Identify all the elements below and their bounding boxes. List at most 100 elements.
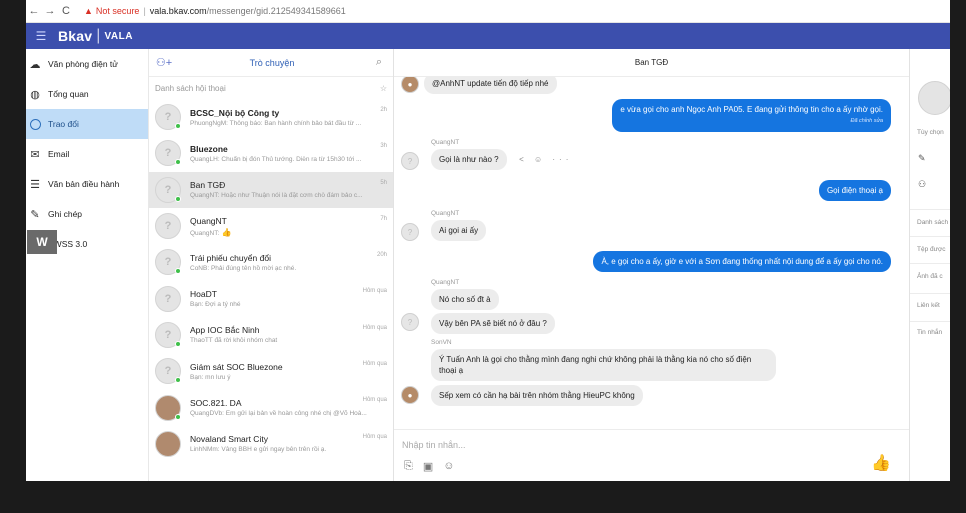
conversation-list-header: ⚇+ Trò chuyện ⌕ xyxy=(149,49,393,77)
subheader-label: Danh sách hội thoại xyxy=(155,83,226,93)
search-icon[interactable]: ⌕ xyxy=(365,56,393,69)
conversation-name: Trái phiếu chuyển đổi xyxy=(190,252,271,263)
message-bubble[interactable]: @AnhNT update tiến độ tiếp nhé xyxy=(424,77,557,94)
note-icon: ✎ xyxy=(30,208,40,221)
panel-item[interactable]: Ảnh đã c xyxy=(917,273,943,280)
add-group-icon[interactable]: ⚇+ xyxy=(149,56,179,69)
edit-icon[interactable]: ✎ xyxy=(918,153,926,164)
emoji-icon[interactable]: ☺ xyxy=(443,460,454,473)
conversation-name: HoaDT xyxy=(190,289,217,300)
conversation-item[interactable]: ? BCSC_Nội bộ Công ty PhuongNgM: Thông báo… xyxy=(149,99,393,135)
conversation-item[interactable]: Novaland Smart City LinhNMm: Vâng BBH e g… xyxy=(149,426,393,462)
conversation-item[interactable]: SOC.821. DA QuangDVb: Em gửi lại bản về h… xyxy=(149,389,393,425)
sender-avatar: ● xyxy=(401,386,419,404)
composer: ⎘ ▣ ☺ 👍 xyxy=(394,429,909,481)
online-status-dot xyxy=(175,268,181,275)
message-text: e vừa gọi cho anh Ngọc Anh PA05. E đang … xyxy=(620,105,883,114)
conversation-name: Novaland Smart City xyxy=(190,434,268,445)
nav-item-van-ban[interactable]: ☰ Văn bản điều hành xyxy=(26,169,148,199)
globe-icon: ◍ xyxy=(30,88,40,101)
avatar xyxy=(155,430,181,457)
menu-icon[interactable]: ☰ xyxy=(30,29,52,43)
conversation-list-subheader: Danh sách hội thoại ☆ xyxy=(149,77,393,99)
conversation-preview: Bạn: Đợi a tý nhé xyxy=(190,301,387,308)
thumbs-up-icon[interactable]: 👍 xyxy=(871,453,891,473)
nav-label: Ghi chép xyxy=(48,209,83,219)
document-icon: ☰ xyxy=(30,178,40,191)
app-header: ☰ Bkav | VALA xyxy=(26,23,950,49)
avatar: ? xyxy=(155,176,181,203)
reload-button[interactable]: C xyxy=(58,5,74,17)
logo[interactable]: Bkav xyxy=(58,28,92,44)
online-status-dot xyxy=(175,159,181,166)
nav-item-ghi-chep[interactable]: ✎ Ghi chép xyxy=(26,199,148,229)
logo-sub: VALA xyxy=(104,30,133,42)
message-actions[interactable]: < ☺ ··· xyxy=(519,155,572,164)
message-bubble[interactable]: Vậy bên PA sẽ biết nó ở đâu ? xyxy=(431,313,555,334)
screen: ← → C ▲ Not secure | vala.bkav.com /mess… xyxy=(26,0,950,481)
conversation-preview: QuangNT: 👍 xyxy=(190,228,387,237)
message-bubble[interactable]: e vừa gọi cho anh Ngọc Anh PA05. E đang … xyxy=(612,99,891,132)
conversation-name: App IOC Bắc Ninh xyxy=(190,325,260,336)
conversation-time: 7h xyxy=(380,215,387,222)
online-status-dot xyxy=(175,340,181,347)
preview-text: LinhNMm: Vâng BBH e gửi ngay bên trên rồ… xyxy=(190,446,327,454)
conversation-preview: LinhNMm: Vâng BBH e gửi ngay bên trên rồ… xyxy=(190,446,387,453)
preview-text: Bạn: Đợi a tý nhé xyxy=(190,301,241,309)
logo-divider: | xyxy=(96,27,101,44)
w-overlay-icon[interactable]: W xyxy=(27,230,57,254)
avatar: ? xyxy=(155,213,181,240)
online-status-dot xyxy=(175,377,181,384)
avatar: ? xyxy=(155,358,181,385)
conversation-name: BCSC_Nội bộ Công ty xyxy=(190,107,280,118)
message-bubble[interactable]: Gọi điện thoại ạ xyxy=(818,180,891,201)
conversation-list: ⚇+ Trò chuyện ⌕ Danh sách hội thoại ☆ ? B… xyxy=(149,49,394,481)
nav-item-email[interactable]: ✉ Email xyxy=(26,139,148,169)
panel-item[interactable]: Liên kết xyxy=(917,302,940,309)
panel-item[interactable]: Tin nhắn xyxy=(917,329,942,336)
message-bubble[interactable]: Gọi là như nào ? xyxy=(431,149,507,170)
message-bubble[interactable]: Ý Tuấn Anh là gọi cho thằng mình đang ng… xyxy=(431,349,776,381)
image-icon[interactable]: ▣ xyxy=(423,460,433,473)
panel-item[interactable]: Tùy chọn xyxy=(917,129,944,136)
conversation-items: ? BCSC_Nội bộ Công ty PhuongNgM: Thông báo… xyxy=(149,99,393,462)
nav-item-van-phong[interactable]: ☁ Văn phòng điện tử xyxy=(26,49,148,79)
conversation-item[interactable]: ? QuangNT QuangNT: 👍 7h xyxy=(149,208,393,244)
panel-item[interactable]: Danh sách xyxy=(917,219,948,226)
preview-text: QuangNT: xyxy=(190,229,220,237)
add-member-icon[interactable]: ⚇ xyxy=(918,179,926,190)
nav-label: Văn bản điều hành xyxy=(48,179,120,189)
message-bubble[interactable]: Ai gọi ai ấy xyxy=(431,220,487,241)
conversation-text: Bluezone QuangLH: Chuẩn bị đón Thủ tướng.… xyxy=(190,144,387,163)
sender-avatar: ● xyxy=(401,77,419,93)
message-row: @AnhNT update tiến độ tiếp nhé xyxy=(424,77,557,94)
message-bubble[interactable]: À, e gọi cho a ấy, giờ e với a Sơn đang … xyxy=(593,251,891,272)
url-path[interactable]: /messenger/gid.2125493415896​61 xyxy=(207,6,346,16)
forward-button[interactable]: → xyxy=(42,5,58,17)
attachment-icon[interactable]: ⎘ xyxy=(404,460,413,473)
avatar: ? xyxy=(155,104,181,131)
url-host[interactable]: vala.bkav.com xyxy=(150,6,207,16)
message-bubble[interactable]: Sếp xem có cần hạ bài trên nhóm thằng Hi… xyxy=(431,385,643,406)
conversation-item[interactable]: ? Giám sát SOC Bluezone Bạn: mn lưu ý Hôm q… xyxy=(149,353,393,389)
nav-item-trao-doi[interactable]: Trao đổi xyxy=(26,109,148,139)
sender-avatar: ? xyxy=(401,313,419,331)
back-button[interactable]: ← xyxy=(26,5,42,17)
panel-item[interactable]: Tệp được xyxy=(917,246,946,253)
message-bubble[interactable]: Nó cho số đt à xyxy=(431,289,499,310)
tab-tro-chuyen[interactable]: Trò chuyện xyxy=(179,58,365,68)
left-nav: ☁ Văn phòng điện tử ◍ Tổng quan Trao đổi… xyxy=(26,49,149,481)
avatar: ? xyxy=(155,249,181,276)
nav-item-tong-quan[interactable]: ◍ Tổng quan xyxy=(26,79,148,109)
star-icon[interactable]: ☆ xyxy=(380,84,387,93)
conversation-item[interactable]: ? HoaDT Bạn: Đợi a tý nhé Hôm qua xyxy=(149,280,393,316)
message-input[interactable] xyxy=(402,440,702,450)
warning-icon: ▲ xyxy=(84,6,93,16)
conversation-item[interactable]: ? Bluezone QuangLH: Chuẩn bị đón Thủ tướng… xyxy=(149,135,393,171)
preview-text: QuangLH: Chuẩn bị đón Thủ tướng. Diễn ra… xyxy=(190,155,362,163)
online-status-dot xyxy=(175,195,181,202)
sender-name: QuangNT xyxy=(431,210,460,217)
conversation-item[interactable]: ? Trái phiếu chuyển đổi CoNB: Phải đúng tê… xyxy=(149,244,393,280)
conversation-item[interactable]: ? Ban TGĐ QuangNT: Hoặc như Thuận nói là đ… xyxy=(149,171,393,208)
conversation-item[interactable]: ? App IOC Bắc Ninh ThaoTT đã rời khỏi nhóm… xyxy=(149,317,393,353)
